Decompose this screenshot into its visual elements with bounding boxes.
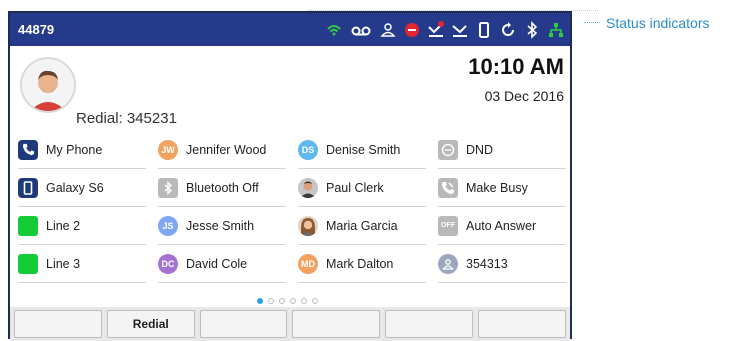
key-bluetooth-off[interactable]: Bluetooth Off bbox=[158, 169, 286, 207]
phone-icon bbox=[18, 139, 38, 160]
bluetooth-icon bbox=[158, 177, 178, 198]
key-make-busy[interactable]: Make Busy bbox=[438, 169, 566, 207]
sync-icon bbox=[500, 21, 516, 39]
contact-photo bbox=[298, 215, 318, 236]
line-icon bbox=[18, 253, 38, 274]
contact-icon bbox=[438, 253, 458, 274]
clock-date: 03 Dec 2016 bbox=[484, 88, 564, 104]
contact-initials-icon: DC bbox=[158, 253, 178, 274]
user-avatar bbox=[20, 57, 76, 113]
network-icon bbox=[548, 21, 564, 39]
softkey-3[interactable] bbox=[199, 310, 288, 338]
page-dot[interactable] bbox=[257, 298, 263, 304]
callout-bracket bbox=[308, 10, 598, 11]
softkey-4[interactable] bbox=[292, 310, 381, 338]
key-label: My Phone bbox=[46, 142, 103, 157]
contact-photo bbox=[298, 177, 318, 198]
page-dot[interactable] bbox=[279, 298, 285, 304]
contact-initials-icon: JS bbox=[158, 215, 178, 236]
key-line-3[interactable]: Line 3 bbox=[18, 245, 146, 283]
key-354313[interactable]: 354313 bbox=[438, 245, 566, 283]
softkey-6[interactable] bbox=[478, 310, 566, 338]
page-dot[interactable] bbox=[290, 298, 296, 304]
key-label: Paul Clerk bbox=[326, 180, 384, 195]
make-busy-icon bbox=[438, 177, 458, 198]
softkey-5[interactable] bbox=[385, 310, 474, 338]
key-label: Denise Smith bbox=[326, 142, 401, 157]
mobile-icon bbox=[18, 177, 38, 198]
handset-icon bbox=[476, 21, 492, 39]
key-label: Galaxy S6 bbox=[46, 180, 104, 195]
key-label: Mark Dalton bbox=[326, 256, 394, 271]
key-jennifer-wood[interactable]: JW Jennifer Wood bbox=[158, 131, 286, 169]
page-dot[interactable] bbox=[301, 298, 307, 304]
softkey-1[interactable] bbox=[14, 310, 102, 338]
status-bar: 44879 bbox=[10, 13, 570, 46]
key-denise-smith[interactable]: DS Denise Smith bbox=[298, 131, 426, 169]
page-dot[interactable] bbox=[312, 298, 318, 304]
voicemail-icon bbox=[350, 21, 372, 39]
key-galaxy-s6[interactable]: Galaxy S6 bbox=[18, 169, 146, 207]
status-icons bbox=[326, 18, 564, 41]
line-icon bbox=[18, 215, 38, 236]
key-label: Make Busy bbox=[466, 180, 528, 195]
key-label: Auto Answer bbox=[466, 218, 537, 233]
page-indicator bbox=[257, 298, 318, 304]
dnd-key-icon bbox=[438, 139, 458, 160]
key-line-2[interactable]: Line 2 bbox=[18, 207, 146, 245]
missed-call-icon bbox=[428, 20, 444, 39]
key-auto-answer[interactable]: OFF Auto Answer bbox=[438, 207, 566, 245]
call-forward-icon bbox=[452, 21, 468, 39]
key-label: Jesse Smith bbox=[186, 218, 255, 233]
key-david-cole[interactable]: DC David Cole bbox=[158, 245, 286, 283]
key-maria-garcia[interactable]: Maria Garcia bbox=[298, 207, 426, 245]
key-label: 354313 bbox=[466, 256, 508, 271]
wifi-icon bbox=[326, 21, 342, 39]
key-my-phone[interactable]: My Phone bbox=[18, 131, 146, 169]
key-label: David Cole bbox=[186, 256, 248, 271]
key-label: Bluetooth Off bbox=[186, 180, 259, 195]
callout-leader-line bbox=[584, 22, 600, 23]
dnd-icon bbox=[404, 21, 420, 39]
bluetooth-icon bbox=[524, 20, 540, 39]
phone-screen: 44879 Redial: 345231 10:10 AM 03 Dec 201… bbox=[8, 11, 572, 341]
presence-icon bbox=[380, 21, 396, 39]
key-jesse-smith[interactable]: JS Jesse Smith bbox=[158, 207, 286, 245]
page-dot[interactable] bbox=[268, 298, 274, 304]
key-label: DND bbox=[466, 142, 494, 157]
key-label: Line 3 bbox=[46, 256, 81, 271]
clock-time: 10:10 AM bbox=[468, 54, 564, 79]
key-mark-dalton[interactable]: MD Mark Dalton bbox=[298, 245, 426, 283]
softkey-redial[interactable]: Redial bbox=[106, 310, 195, 338]
contact-initials-icon: MD bbox=[298, 253, 318, 274]
key-paul-clerk[interactable]: Paul Clerk bbox=[298, 169, 426, 207]
callout-status-indicators: Status indicators bbox=[606, 15, 710, 31]
auto-answer-icon: OFF bbox=[438, 215, 458, 236]
key-dnd[interactable]: DND bbox=[438, 131, 566, 169]
contact-initials-icon: DS bbox=[298, 139, 318, 160]
key-label: Jennifer Wood bbox=[186, 142, 267, 157]
redial-number: Redial: 345231 bbox=[76, 110, 177, 127]
programmable-key-grid: My Phone JW Jennifer Wood DS Denise Smit… bbox=[18, 131, 566, 283]
key-label: Maria Garcia bbox=[326, 218, 398, 233]
softkey-bar: Redial bbox=[10, 307, 570, 341]
key-label: Line 2 bbox=[46, 218, 81, 233]
contact-initials-icon: JW bbox=[158, 139, 178, 160]
extension-number: 44879 bbox=[18, 22, 55, 37]
